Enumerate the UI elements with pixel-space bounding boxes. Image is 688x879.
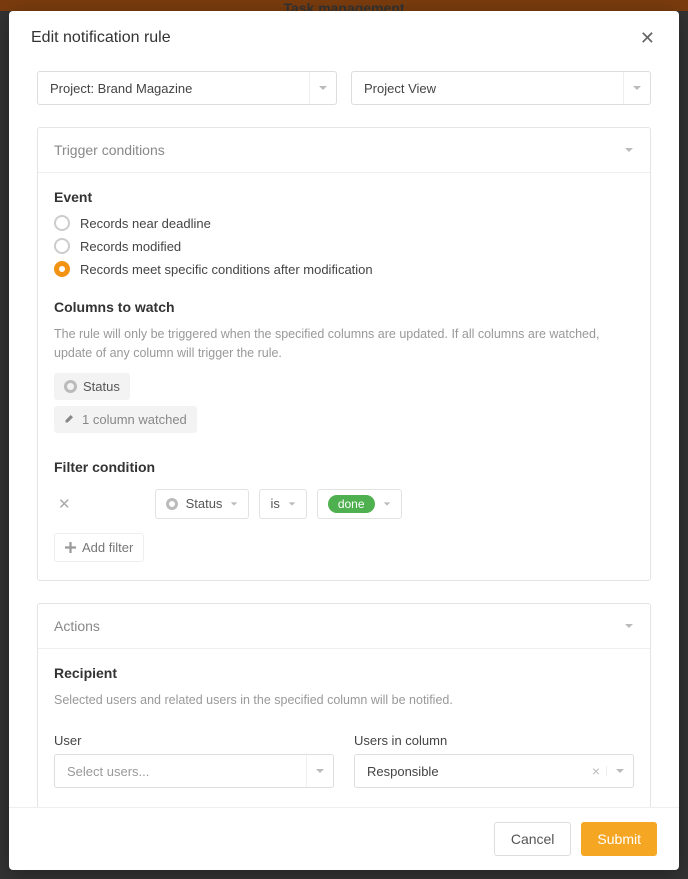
submit-button[interactable]: Submit [581,822,657,856]
actions-label: Actions [54,618,100,634]
users-in-column-value: Responsible [367,764,439,779]
cancel-button[interactable]: Cancel [494,822,572,856]
actions-panel: Actions Recipient Selected users and rel… [37,603,651,808]
plus-icon [65,542,76,553]
add-filter-button[interactable]: Add filter [54,533,144,562]
chevron-down-icon [624,142,634,158]
radio-label: Records near deadline [80,216,211,231]
radio-icon [54,215,70,231]
chevron-down-icon [309,72,328,104]
column-watched-summary[interactable]: 1 column watched [54,406,197,433]
recipient-label: Recipient [54,665,634,681]
status-ring-icon [166,498,178,510]
radio-label: Records modified [80,239,181,254]
radio-icon [54,238,70,254]
event-label: Event [54,189,634,205]
user-field-label: User [54,733,334,748]
radio-label: Records meet specific conditions after m… [80,262,373,277]
project-select[interactable]: Project: Brand Magazine [37,71,337,105]
chip-label: Status [83,379,120,394]
chevron-down-icon [230,496,238,511]
add-filter-label: Add filter [82,540,133,555]
chevron-down-icon [306,755,325,787]
radio-near-deadline[interactable]: Records near deadline [54,215,634,231]
close-icon[interactable]: ✕ [636,25,659,51]
users-in-column-select[interactable]: Responsible × [354,754,634,788]
project-select-value: Project: Brand Magazine [50,81,192,96]
user-select[interactable]: Select users... [54,754,334,788]
chevron-down-icon [624,618,634,634]
filter-condition-label: Filter condition [54,459,634,475]
radio-meet-conditions[interactable]: Records meet specific conditions after m… [54,261,634,277]
modal-scroll-area[interactable]: Project: Brand Magazine Project View Tri… [9,61,679,807]
trigger-conditions-label: Trigger conditions [54,142,165,158]
radio-modified[interactable]: Records modified [54,238,634,254]
status-badge: done [328,495,375,513]
filter-operator-value: is [270,496,279,511]
status-ring-icon [64,380,77,393]
filter-field-value: Status [186,496,223,511]
columns-to-watch-help: The rule will only be triggered when the… [54,325,634,363]
actions-header[interactable]: Actions [38,604,650,649]
users-in-column-label: Users in column [354,733,634,748]
radio-icon [54,261,70,277]
view-select[interactable]: Project View [351,71,651,105]
chevron-down-icon [288,496,296,511]
edit-notification-modal: Edit notification rule ✕ Project: Brand … [9,11,679,870]
user-select-placeholder: Select users... [67,764,149,779]
filter-value-select[interactable]: done [317,489,402,519]
clear-icon[interactable]: × [592,763,600,779]
modal-title: Edit notification rule [31,29,171,47]
remove-filter-icon[interactable]: ✕ [54,495,75,513]
chevron-down-icon [606,766,625,776]
chevron-down-icon [623,72,642,104]
columns-to-watch-label: Columns to watch [54,299,634,315]
trigger-conditions-panel: Trigger conditions Event Records near de… [37,127,651,581]
watch-column-chip-status[interactable]: Status [54,373,130,400]
chip-label: 1 column watched [82,412,187,427]
trigger-conditions-header[interactable]: Trigger conditions [38,128,650,173]
filter-field-select[interactable]: Status [155,489,250,519]
pencil-icon [64,412,76,427]
view-select-value: Project View [364,81,436,96]
filter-operator-select[interactable]: is [259,489,306,519]
chevron-down-icon [383,496,391,511]
recipient-help: Selected users and related users in the … [54,691,634,710]
